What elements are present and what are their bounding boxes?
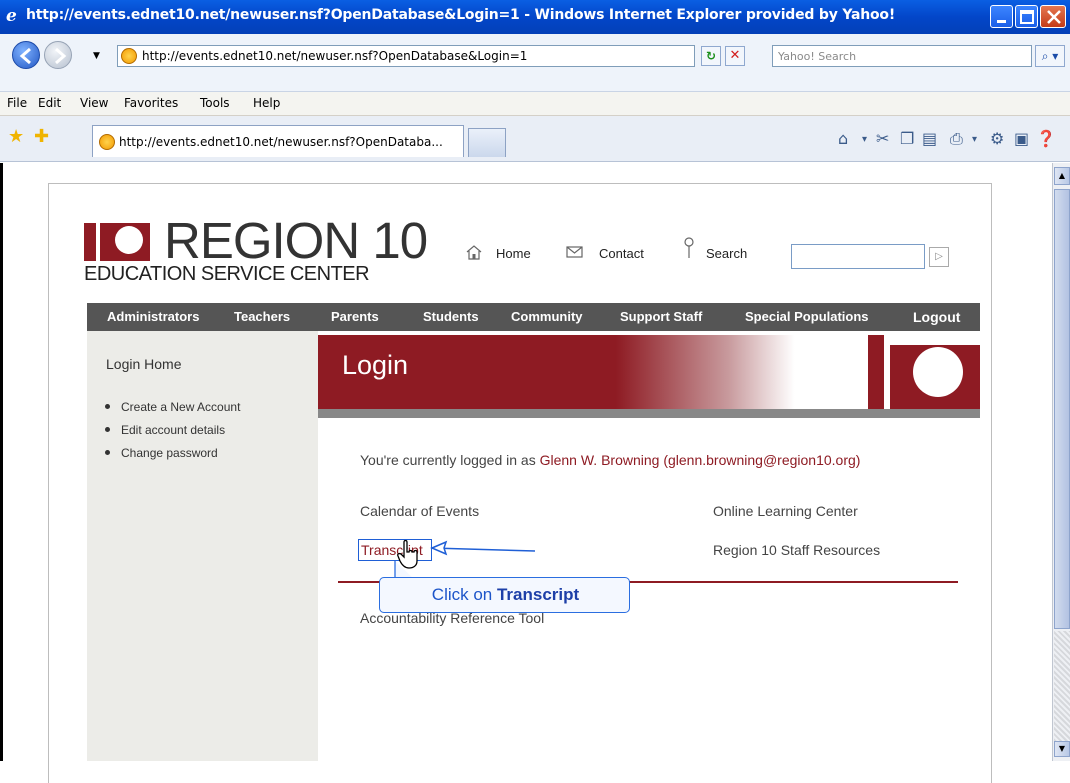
forward-button[interactable]	[44, 41, 72, 69]
site-favicon-icon	[121, 48, 137, 64]
cut-icon[interactable]: ✂	[876, 129, 889, 148]
menu-bar: File Edit View Favorites Tools Help	[0, 92, 1070, 116]
banner-logo-icon	[868, 335, 980, 409]
menu-view[interactable]: View	[80, 96, 108, 110]
sidebar-item-label: Edit account details	[121, 423, 226, 437]
instruction-callout: Click on Transcript	[379, 577, 630, 613]
stop-button[interactable]: ✕	[725, 46, 745, 66]
scroll-up-arrow-icon[interactable]: ▲	[1054, 167, 1070, 185]
maximize-button[interactable]	[1015, 5, 1038, 28]
nav-support-staff[interactable]: Support Staff	[620, 309, 702, 324]
scroll-track[interactable]	[1054, 631, 1070, 741]
back-arrow-icon	[19, 47, 31, 65]
add-favorite-icon[interactable]: ✚	[34, 126, 49, 147]
search-pin-icon[interactable]	[681, 236, 697, 262]
new-tab-button[interactable]	[468, 128, 506, 157]
home-icon[interactable]	[465, 244, 483, 260]
sidebar-title: Login Home	[106, 356, 182, 372]
close-button[interactable]	[1040, 5, 1066, 28]
home-dropdown-icon[interactable]: ▾	[862, 134, 867, 145]
print-dropdown-icon[interactable]: ▾	[972, 134, 977, 145]
sidebar: Login Home Create a New Account Edit acc…	[87, 331, 318, 761]
maximize-icon	[1020, 10, 1034, 24]
refresh-button[interactable]: ↻	[701, 46, 721, 66]
search-go-button[interactable]: ⌕ ▾	[1035, 45, 1065, 67]
nav-teachers[interactable]: Teachers	[234, 309, 290, 324]
main-nav-bar: Administrators Teachers Parents Students…	[87, 303, 980, 331]
nav-administrators[interactable]: Administrators	[107, 309, 199, 324]
sidebar-item-label: Change password	[121, 446, 218, 460]
bullet-icon	[105, 404, 110, 410]
tab-favicon-icon	[99, 134, 115, 150]
logged-in-user: Glenn W. Browning (glenn.browning@region…	[539, 452, 861, 468]
home-link[interactable]: Home	[496, 246, 531, 261]
search-placeholder: Yahoo! Search	[778, 50, 857, 63]
history-dropdown-icon[interactable]: ▼	[93, 51, 100, 61]
logged-in-status: You're currently logged in as Glenn W. B…	[360, 452, 860, 468]
menu-help[interactable]: Help	[253, 96, 280, 110]
paste-icon[interactable]: ▤	[922, 129, 937, 148]
nav-logout[interactable]: Logout	[913, 309, 960, 325]
page-title: Login	[342, 350, 409, 380]
menu-tools[interactable]: Tools	[200, 96, 230, 110]
site-search-button[interactable]: ▷	[929, 247, 949, 267]
menu-edit[interactable]: Edit	[38, 96, 61, 110]
staff-resources-link[interactable]: Region 10 Staff Resources	[713, 542, 880, 558]
nav-students[interactable]: Students	[423, 309, 479, 324]
sidebar-item-edit-account[interactable]: Edit account details	[105, 423, 225, 437]
tab-label: http://events.ednet10.net/newuser.nsf?Op…	[119, 135, 443, 149]
nav-special-populations[interactable]: Special Populations	[745, 309, 869, 324]
contact-link[interactable]: Contact	[599, 246, 644, 261]
online-learning-center-link[interactable]: Online Learning Center	[713, 503, 858, 519]
bullet-icon	[105, 450, 110, 456]
sidebar-item-change-password[interactable]: Change password	[105, 446, 218, 460]
callout-text: Click on Transcript	[380, 585, 631, 605]
tools-gear-icon[interactable]: ⚙	[990, 129, 1004, 148]
minimize-button[interactable]	[990, 5, 1013, 28]
pointer-arrow-icon	[430, 540, 536, 556]
banner-underline	[318, 409, 980, 418]
menu-file[interactable]: File	[7, 96, 27, 110]
logo-title: REGION 10	[164, 212, 428, 269]
home-toolbar-icon[interactable]: ⌂	[838, 129, 848, 148]
site-search-input[interactable]	[791, 244, 925, 269]
nav-parents[interactable]: Parents	[331, 309, 379, 324]
window-title-bar: e http://events.ednet10.net/newuser.nsf?…	[0, 0, 1070, 34]
tab-current[interactable]: http://events.ednet10.net/newuser.nsf?Op…	[92, 125, 464, 157]
menu-favorites[interactable]: Favorites	[124, 96, 178, 110]
address-toolbar: ▼ http://events.ednet10.net/newuser.nsf?…	[0, 34, 1070, 92]
forward-arrow-icon	[55, 47, 67, 65]
address-text: http://events.ednet10.net/newuser.nsf?Op…	[142, 49, 528, 63]
envelope-icon[interactable]	[566, 245, 584, 259]
callout-prefix: Click on	[431, 585, 497, 604]
logo-subtitle: EDUCATION SERVICE CENTER	[84, 263, 370, 285]
ie-logo-icon: e	[6, 6, 17, 26]
help-icon[interactable]: ❓	[1036, 129, 1056, 148]
scroll-down-arrow-icon[interactable]: ▼	[1054, 741, 1070, 757]
back-button[interactable]	[12, 41, 40, 69]
close-icon	[1047, 10, 1061, 24]
calendar-of-events-link[interactable]: Calendar of Events	[360, 503, 479, 519]
callout-target: Transcript	[496, 585, 580, 604]
sidebar-item-label: Create a New Account	[121, 400, 241, 414]
favorites-star-icon[interactable]: ★	[8, 126, 24, 147]
web-search-input[interactable]: Yahoo! Search	[772, 45, 1032, 67]
sidebar-item-create-account[interactable]: Create a New Account	[105, 400, 240, 414]
address-input[interactable]: http://events.ednet10.net/newuser.nsf?Op…	[117, 45, 811, 67]
bullet-icon	[105, 427, 110, 433]
window-title: http://events.ednet10.net/newuser.nsf?Op…	[26, 7, 896, 23]
region10-logo-icon	[84, 223, 150, 261]
vertical-scrollbar[interactable]: ▲ ▼	[1052, 163, 1070, 761]
print-icon[interactable]: ⎙	[950, 129, 963, 149]
search-link[interactable]: Search	[706, 246, 747, 261]
minimize-icon	[997, 20, 1006, 23]
page-icon[interactable]: ▣	[1014, 129, 1029, 148]
hand-cursor-icon	[397, 540, 418, 569]
logged-in-prefix: You're currently logged in as	[360, 452, 540, 468]
copy-icon[interactable]: ❐	[900, 129, 914, 148]
nav-community[interactable]: Community	[511, 309, 583, 324]
scroll-thumb[interactable]	[1054, 189, 1070, 629]
tab-bar: ★ ✚ http://events.ednet10.net/newuser.ns…	[0, 116, 1070, 162]
